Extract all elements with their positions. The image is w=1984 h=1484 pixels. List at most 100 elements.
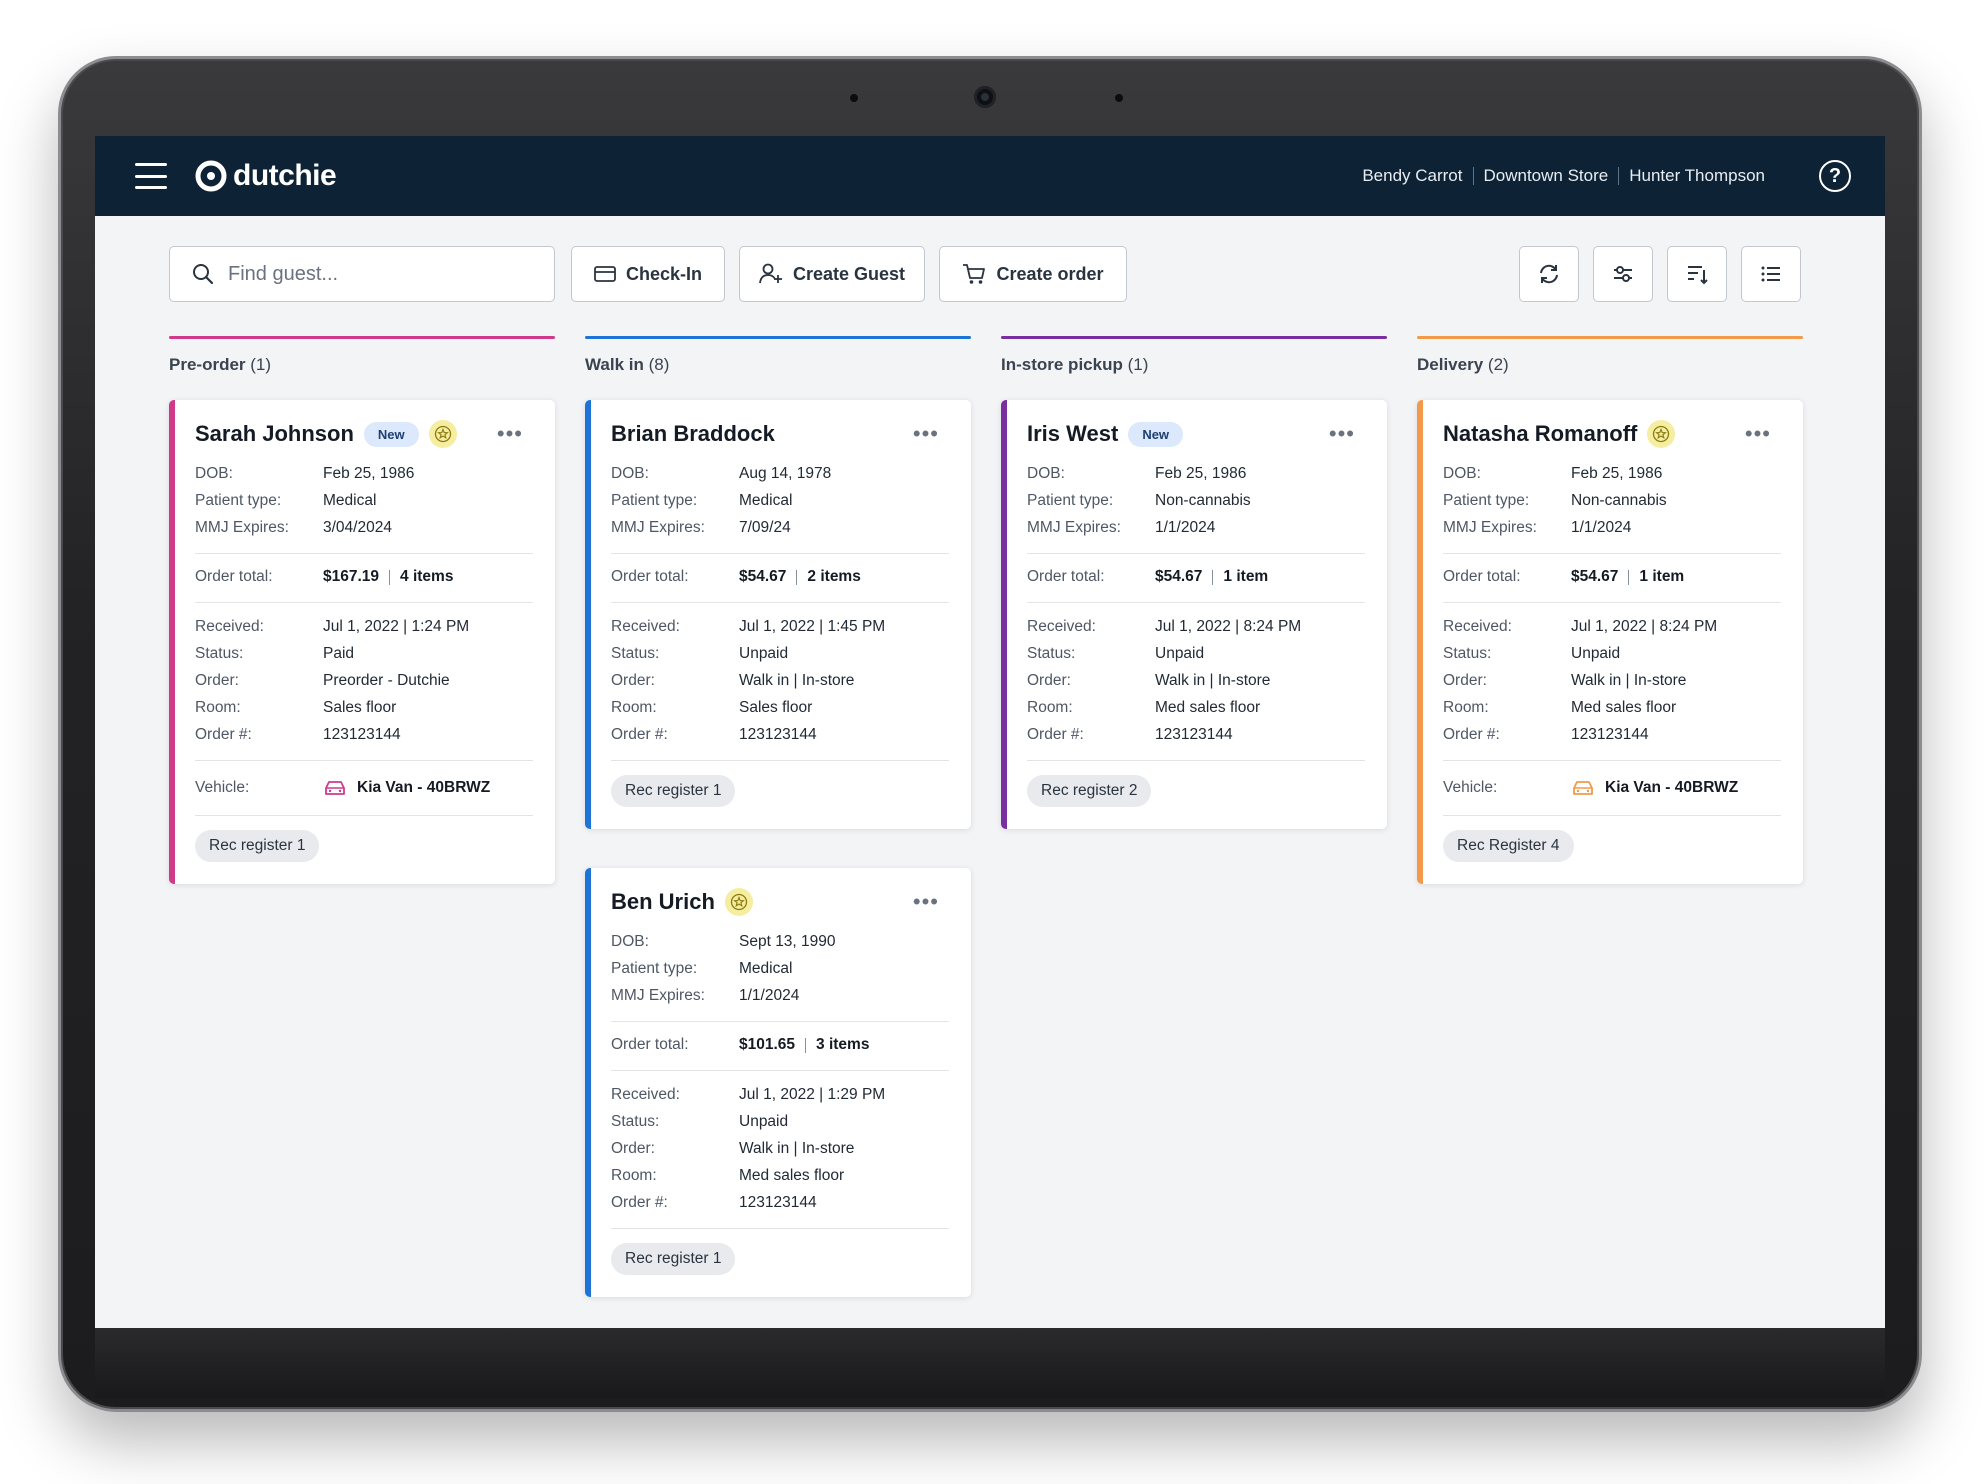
received-value: Jul 1, 2022 | 1:24 PM xyxy=(323,618,470,635)
order-number-label: Order #: xyxy=(1443,726,1500,743)
order-label: Order: xyxy=(1027,672,1071,689)
column-title-text: Delivery xyxy=(1417,355,1484,374)
divider xyxy=(796,569,798,585)
dutchie-logo[interactable]: dutchie xyxy=(195,159,337,193)
more-options-icon[interactable]: ••• xyxy=(909,891,943,913)
filter-button[interactable] xyxy=(1593,246,1653,302)
status-value: Unpaid xyxy=(739,645,789,662)
divider xyxy=(1628,569,1630,585)
guest-name: Natasha Romanoff xyxy=(1443,421,1638,446)
status-value: Unpaid xyxy=(1571,645,1621,662)
mmj-expires-label: MMJ Expires: xyxy=(195,519,289,536)
column-title-text: Pre-order xyxy=(169,355,246,374)
guest-name: Iris West xyxy=(1027,421,1119,446)
column-count: (1) xyxy=(250,355,272,374)
column-title: Walk in (8) xyxy=(585,355,971,375)
status-value: Paid xyxy=(323,645,355,662)
mmj-expires-value: 3/04/2024 xyxy=(323,519,392,536)
received-label: Received: xyxy=(1027,618,1096,635)
more-options-icon[interactable]: ••• xyxy=(1325,423,1359,445)
order-label: Order: xyxy=(611,1140,655,1157)
check-in-button[interactable]: Check-In xyxy=(571,246,725,302)
create-order-button[interactable]: Create order xyxy=(939,246,1127,302)
order-total-value: $54.67 xyxy=(1155,568,1203,585)
hamburger-menu-icon[interactable] xyxy=(135,163,167,189)
order-number-value: 123123144 xyxy=(1571,726,1649,743)
patient-type-value: Non-cannabis xyxy=(1571,492,1667,509)
order-info: Received: Jul 1, 2022 | 8:24 PM Status: Un… xyxy=(1027,603,1365,761)
mmj-expires-value: 7/09/24 xyxy=(739,519,791,536)
car-icon xyxy=(325,781,345,795)
received-value: Jul 1, 2022 | 1:29 PM xyxy=(739,1086,886,1103)
vehicle-label: Vehicle: xyxy=(195,779,250,796)
column-pre-order: Pre-order (1) Sarah Johnson New ••• DOB:… xyxy=(169,336,555,884)
order-info: Received: Jul 1, 2022 | 1:29 PM Status: Un… xyxy=(611,1071,949,1229)
guest-card[interactable]: Ben Urich ••• DOB: Sept 13, 1990 Patient … xyxy=(585,868,971,1297)
toolbar: Check-In Create Guest Create order xyxy=(169,246,1801,302)
order-number-value: 123123144 xyxy=(739,726,817,743)
help-icon[interactable]: ? xyxy=(1819,160,1851,192)
more-options-icon[interactable]: ••• xyxy=(1741,423,1775,445)
item-count: 3 items xyxy=(816,1036,870,1053)
crumb-store[interactable]: Downtown Store xyxy=(1484,166,1609,186)
breadcrumb: Bendy Carrot Downtown Store Hunter Thomp… xyxy=(1362,166,1765,186)
column-title: Delivery (2) xyxy=(1417,355,1803,375)
crumb-user[interactable]: Hunter Thompson xyxy=(1629,166,1765,186)
room-value: Med sales floor xyxy=(1155,699,1261,716)
item-count: 1 item xyxy=(1639,568,1685,585)
register-chip[interactable]: Rec register 1 xyxy=(611,775,736,807)
room-label: Room: xyxy=(1027,699,1073,716)
crumb-company[interactable]: Bendy Carrot xyxy=(1362,166,1462,186)
order-label: Order: xyxy=(611,672,655,689)
mmj-expires-value: 1/1/2024 xyxy=(739,987,800,1004)
mmj-expires-value: 1/1/2024 xyxy=(1571,519,1632,536)
patient-info: DOB: Sept 13, 1990 Patient type: Medical M… xyxy=(611,918,949,1022)
register-chip[interactable]: Rec register 1 xyxy=(611,1243,736,1275)
column-accent-line xyxy=(1417,336,1803,339)
refresh-button[interactable] xyxy=(1519,246,1579,302)
received-label: Received: xyxy=(1443,618,1512,635)
patient-type-value: Non-cannabis xyxy=(1155,492,1251,509)
guest-card[interactable]: Brian Braddock ••• DOB: Aug 14, 1978 Pati… xyxy=(585,400,971,829)
order-number-label: Order #: xyxy=(195,726,252,743)
card-icon xyxy=(594,266,616,282)
list-view-button[interactable] xyxy=(1741,246,1801,302)
received-label: Received: xyxy=(195,618,264,635)
new-badge: New xyxy=(1128,421,1184,447)
received-label: Received: xyxy=(611,618,680,635)
register-chip[interactable]: Rec register 1 xyxy=(195,830,320,862)
dob-value: Feb 25, 1986 xyxy=(1155,465,1247,482)
search-input[interactable] xyxy=(228,262,528,286)
more-options-icon[interactable]: ••• xyxy=(909,423,943,445)
dutchie-logo-icon xyxy=(195,160,227,192)
column-accent-line xyxy=(1001,336,1387,339)
patient-type-value: Medical xyxy=(739,492,793,509)
more-options-icon[interactable]: ••• xyxy=(493,423,527,445)
create-guest-button[interactable]: Create Guest xyxy=(739,246,925,302)
sort-button[interactable] xyxy=(1667,246,1727,302)
order-value: Walk in | In-store xyxy=(739,672,855,689)
create-order-label: Create order xyxy=(996,263,1104,284)
mmj-expires-label: MMJ Expires: xyxy=(611,519,705,536)
order-info: Received: Jul 1, 2022 | 1:45 PM Status: Un… xyxy=(611,603,949,761)
received-label: Received: xyxy=(611,1086,680,1103)
guest-card[interactable]: Iris West New ••• DOB: Feb 25, 1986 Patie… xyxy=(1001,400,1387,829)
column-accent-line xyxy=(585,336,971,339)
top-nav-bar: dutchie Bendy Carrot Downtown Store Hunt… xyxy=(95,136,1885,216)
patient-info: DOB: Feb 25, 1986 Patient type: Non-cannab… xyxy=(1443,450,1781,554)
register-chip[interactable]: Rec register 2 xyxy=(1027,775,1152,807)
guest-card[interactable]: Sarah Johnson New ••• DOB: Feb 25, 1986 P… xyxy=(169,400,555,884)
mmj-expires-label: MMJ Expires: xyxy=(1027,519,1121,536)
patient-type-label: Patient type: xyxy=(611,960,698,977)
order-total: Order total: $54.67 2 items xyxy=(611,554,949,603)
order-value: Walk in | In-store xyxy=(1155,672,1271,689)
create-guest-label: Create Guest xyxy=(792,263,906,284)
patient-type-label: Patient type: xyxy=(1443,492,1530,509)
dob-value: Aug 14, 1978 xyxy=(739,465,832,482)
add-user-icon xyxy=(759,263,782,284)
dob-label: DOB: xyxy=(611,465,649,482)
guest-card[interactable]: Natasha Romanoff ••• DOB: Feb 25, 1986 Pa… xyxy=(1417,400,1803,884)
search-box[interactable] xyxy=(169,246,555,302)
register-chip[interactable]: Rec Register 4 xyxy=(1443,830,1574,862)
divider xyxy=(389,569,391,585)
